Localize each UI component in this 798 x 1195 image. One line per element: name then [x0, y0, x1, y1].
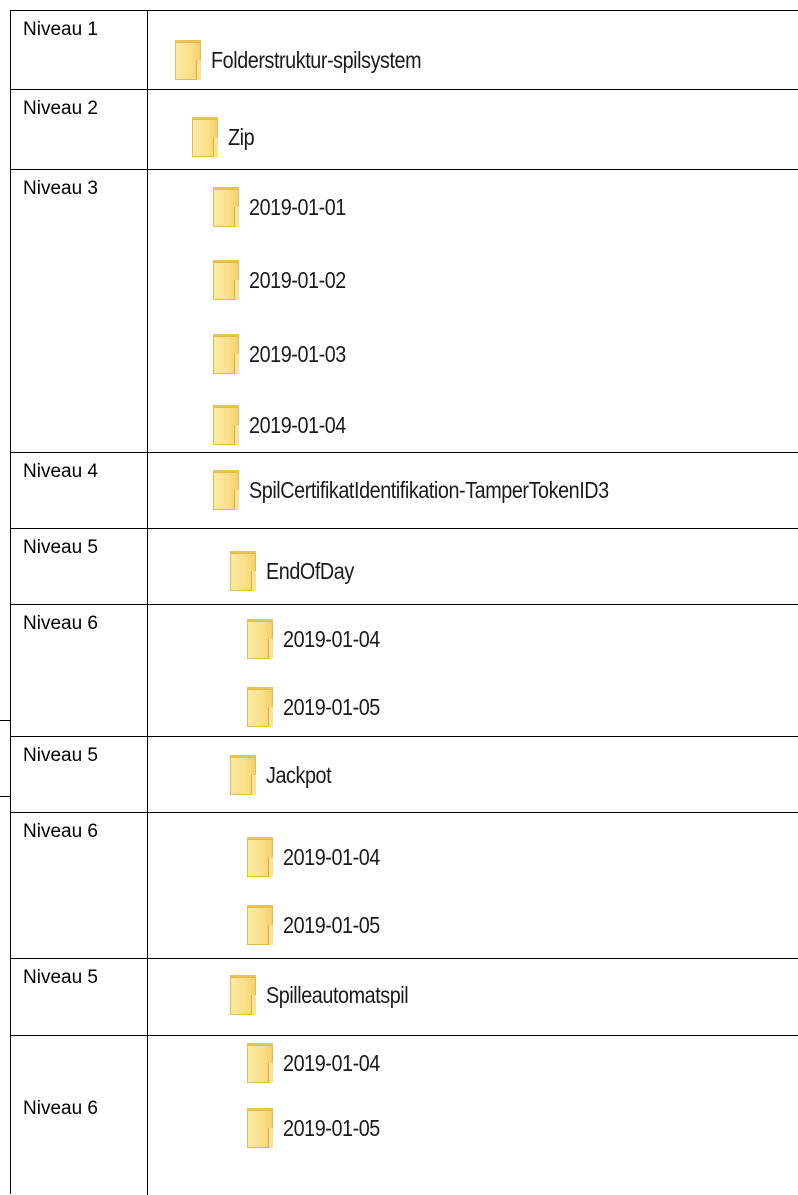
folder-name: Spilleautomatspil — [266, 981, 409, 1008]
level-label: Niveau 1 — [23, 19, 98, 40]
folder-icon — [213, 187, 239, 227]
folder-name: EndOfDay — [266, 557, 354, 584]
folder-name: 2019-01-05 — [283, 911, 380, 938]
table-row: Niveau 6 2019-01-04 2019-01-05 — [11, 812, 798, 959]
folder-icon — [213, 334, 239, 374]
divider — [0, 796, 10, 797]
folder-icon — [230, 975, 256, 1015]
level-label: Niveau 5 — [23, 537, 98, 558]
folder-icon — [247, 619, 273, 659]
folder-item: Folderstruktur-spilsystem — [175, 38, 455, 82]
folder-item: 2019-01-05 — [247, 903, 396, 947]
folder-icon — [230, 551, 256, 591]
folder-structure-table: Niveau 1 Folderstruktur-spilsystem Nivea… — [10, 10, 798, 1195]
folder-name: 2019-01-04 — [283, 1049, 380, 1076]
folder-item: SpilCertifikatIdentifikation-TamperToken… — [213, 468, 667, 512]
level-label: Niveau 6 — [23, 1098, 98, 1119]
folder-name: 2019-01-02 — [249, 266, 346, 293]
folder-name: 2019-01-01 — [249, 193, 346, 220]
folder-item: Spilleautomatspil — [230, 973, 431, 1017]
level-label: Niveau 4 — [23, 461, 98, 482]
folder-name: 2019-01-03 — [249, 340, 346, 367]
folder-icon — [192, 117, 218, 157]
folder-item: Zip — [192, 115, 258, 159]
level-label: Niveau 3 — [23, 178, 98, 199]
folder-icon — [247, 837, 273, 877]
folder-item: 2019-01-03 — [213, 332, 362, 376]
table-row: Niveau 5 Spilleautomatspil — [11, 958, 798, 1036]
folder-icon — [213, 405, 239, 445]
divider — [0, 720, 10, 721]
table-row: Niveau 6 2019-01-04 2019-01-05 — [11, 1035, 798, 1195]
folder-item: 2019-01-05 — [247, 685, 396, 729]
folder-icon — [213, 260, 239, 300]
folder-name: 2019-01-04 — [283, 625, 380, 652]
level-label: Niveau 6 — [23, 613, 98, 634]
folder-icon — [247, 687, 273, 727]
table-row: Niveau 6 2019-01-04 2019-01-05 — [11, 604, 798, 737]
folder-name: Folderstruktur-spilsystem — [211, 46, 422, 73]
folder-item: 2019-01-04 — [247, 835, 396, 879]
table-row: Niveau 2 Zip — [11, 89, 798, 170]
folder-name: 2019-01-05 — [283, 1114, 380, 1141]
folder-item: Jackpot — [230, 753, 342, 797]
table-row: Niveau 1 Folderstruktur-spilsystem — [11, 10, 798, 90]
folder-icon — [247, 905, 273, 945]
folder-icon — [230, 755, 256, 795]
folder-icon — [175, 40, 201, 80]
level-label: Niveau 2 — [23, 98, 98, 119]
level-label: Niveau 5 — [23, 745, 98, 766]
level-label: Niveau 6 — [23, 821, 98, 842]
folder-name: SpilCertifikatIdentifikation-TamperToken… — [249, 476, 609, 503]
folder-name: 2019-01-04 — [283, 843, 380, 870]
folder-item: EndOfDay — [230, 549, 368, 593]
folder-item: 2019-01-04 — [247, 1041, 396, 1085]
folder-name: 2019-01-05 — [283, 693, 380, 720]
folder-name: Jackpot — [266, 761, 332, 788]
table-row: Niveau 4 SpilCertifikatIdentifikation-Ta… — [11, 452, 798, 529]
folder-icon — [247, 1108, 273, 1148]
folder-item: 2019-01-01 — [213, 185, 362, 229]
table-row: Niveau 3 2019-01-01 2019-01-02 2019-01-0… — [11, 169, 798, 453]
folder-icon — [247, 1043, 273, 1083]
folder-item: 2019-01-02 — [213, 258, 362, 302]
level-label: Niveau 5 — [23, 967, 98, 988]
folder-name: Zip — [228, 123, 255, 150]
folder-item: 2019-01-04 — [213, 403, 362, 447]
table-row: Niveau 5 EndOfDay — [11, 528, 798, 605]
folder-icon — [213, 470, 239, 510]
folder-item: 2019-01-04 — [247, 617, 396, 661]
table-row: Niveau 5 Jackpot — [11, 736, 798, 813]
folder-item: 2019-01-05 — [247, 1106, 396, 1150]
folder-name: 2019-01-04 — [249, 411, 346, 438]
